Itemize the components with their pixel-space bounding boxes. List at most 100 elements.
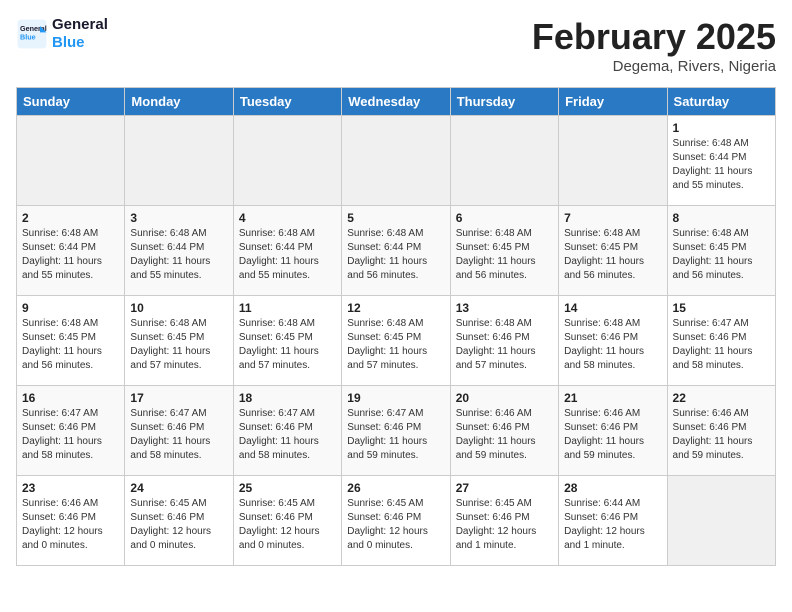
calendar-cell: 14 Sunrise: 6:48 AM Sunset: 6:46 PM Dayli… <box>559 296 667 386</box>
day-info: Sunrise: 6:48 AM Sunset: 6:45 PM Dayligh… <box>456 227 553 283</box>
day-number: 23 <box>22 481 119 495</box>
day-number: 24 <box>130 481 227 495</box>
day-number: 27 <box>456 481 553 495</box>
day-number: 28 <box>564 481 661 495</box>
logo-icon: General Blue <box>16 18 48 50</box>
day-info: Sunrise: 6:48 AM Sunset: 6:45 PM Dayligh… <box>239 317 336 373</box>
day-info: Sunrise: 6:47 AM Sunset: 6:46 PM Dayligh… <box>673 317 770 373</box>
calendar-cell: 28 Sunrise: 6:44 AM Sunset: 6:46 PM Dayli… <box>559 476 667 566</box>
logo-general: General <box>52 16 108 34</box>
day-info: Sunrise: 6:48 AM Sunset: 6:45 PM Dayligh… <box>22 317 119 373</box>
day-number: 16 <box>22 391 119 405</box>
calendar-cell <box>233 116 341 206</box>
day-number: 8 <box>673 211 770 225</box>
calendar-cell <box>17 116 125 206</box>
day-info: Sunrise: 6:46 AM Sunset: 6:46 PM Dayligh… <box>673 407 770 463</box>
day-info: Sunrise: 6:48 AM Sunset: 6:44 PM Dayligh… <box>130 227 227 283</box>
calendar-cell: 15Sunrise: 6:47 AM Sunset: 6:46 PM Dayli… <box>667 296 775 386</box>
page-header: General Blue General Blue February 2025 … <box>16 16 776 75</box>
day-number: 5 <box>347 211 444 225</box>
calendar-cell <box>667 476 775 566</box>
day-number: 4 <box>239 211 336 225</box>
column-header-monday: Monday <box>125 88 233 116</box>
logo: General Blue General Blue <box>16 16 108 52</box>
calendar-cell: 12 Sunrise: 6:48 AM Sunset: 6:45 PM Dayli… <box>342 296 450 386</box>
day-number: 18 <box>239 391 336 405</box>
calendar-cell: 21Sunrise: 6:46 AM Sunset: 6:46 PM Dayli… <box>559 386 667 476</box>
calendar-cell: 2Sunrise: 6:48 AM Sunset: 6:44 PM Daylig… <box>17 206 125 296</box>
calendar-cell: 8 Sunrise: 6:48 AM Sunset: 6:45 PM Daylig… <box>667 206 775 296</box>
day-number: 17 <box>130 391 227 405</box>
day-number: 1 <box>673 121 770 135</box>
calendar-cell: 1 Sunrise: 6:48 AM Sunset: 6:44 PM Daylig… <box>667 116 775 206</box>
day-number: 10 <box>130 301 227 315</box>
day-info: Sunrise: 6:48 AM Sunset: 6:44 PM Dayligh… <box>673 137 770 193</box>
day-info: Sunrise: 6:48 AM Sunset: 6:45 PM Dayligh… <box>130 317 227 373</box>
calendar-cell: 24Sunrise: 6:45 AM Sunset: 6:46 PM Dayli… <box>125 476 233 566</box>
calendar-cell: 11 Sunrise: 6:48 AM Sunset: 6:45 PM Dayli… <box>233 296 341 386</box>
day-info: Sunrise: 6:47 AM Sunset: 6:46 PM Dayligh… <box>22 407 119 463</box>
calendar-cell: 27Sunrise: 6:45 AM Sunset: 6:46 PM Dayli… <box>450 476 558 566</box>
day-info: Sunrise: 6:45 AM Sunset: 6:46 PM Dayligh… <box>347 497 444 553</box>
calendar-cell <box>450 116 558 206</box>
day-info: Sunrise: 6:48 AM Sunset: 6:44 PM Dayligh… <box>22 227 119 283</box>
day-info: Sunrise: 6:47 AM Sunset: 6:46 PM Dayligh… <box>130 407 227 463</box>
logo-blue: Blue <box>52 34 108 52</box>
calendar-cell: 17 Sunrise: 6:47 AM Sunset: 6:46 PM Dayli… <box>125 386 233 476</box>
day-number: 7 <box>564 211 661 225</box>
calendar-cell: 23 Sunrise: 6:46 AM Sunset: 6:46 PM Dayli… <box>17 476 125 566</box>
day-number: 22 <box>673 391 770 405</box>
calendar-header-row: SundayMondayTuesdayWednesdayThursdayFrid… <box>17 88 776 116</box>
calendar-table: SundayMondayTuesdayWednesdayThursdayFrid… <box>16 87 776 566</box>
calendar-week-row: 1 Sunrise: 6:48 AM Sunset: 6:44 PM Daylig… <box>17 116 776 206</box>
day-number: 20 <box>456 391 553 405</box>
calendar-cell: 18Sunrise: 6:47 AM Sunset: 6:46 PM Dayli… <box>233 386 341 476</box>
day-number: 11 <box>239 301 336 315</box>
column-header-thursday: Thursday <box>450 88 558 116</box>
month-title: February 2025 <box>532 16 776 58</box>
calendar-week-row: 2Sunrise: 6:48 AM Sunset: 6:44 PM Daylig… <box>17 206 776 296</box>
day-info: Sunrise: 6:47 AM Sunset: 6:46 PM Dayligh… <box>347 407 444 463</box>
column-header-friday: Friday <box>559 88 667 116</box>
day-number: 21 <box>564 391 661 405</box>
calendar-cell: 4 Sunrise: 6:48 AM Sunset: 6:44 PM Daylig… <box>233 206 341 296</box>
day-info: Sunrise: 6:46 AM Sunset: 6:46 PM Dayligh… <box>22 497 119 553</box>
day-info: Sunrise: 6:46 AM Sunset: 6:46 PM Dayligh… <box>456 407 553 463</box>
day-number: 9 <box>22 301 119 315</box>
calendar-week-row: 9 Sunrise: 6:48 AM Sunset: 6:45 PM Daylig… <box>17 296 776 386</box>
column-header-tuesday: Tuesday <box>233 88 341 116</box>
day-info: Sunrise: 6:44 AM Sunset: 6:46 PM Dayligh… <box>564 497 661 553</box>
day-number: 19 <box>347 391 444 405</box>
calendar-cell: 13Sunrise: 6:48 AM Sunset: 6:46 PM Dayli… <box>450 296 558 386</box>
day-info: Sunrise: 6:48 AM Sunset: 6:44 PM Dayligh… <box>239 227 336 283</box>
day-info: Sunrise: 6:45 AM Sunset: 6:46 PM Dayligh… <box>239 497 336 553</box>
column-header-sunday: Sunday <box>17 88 125 116</box>
calendar-cell: 26Sunrise: 6:45 AM Sunset: 6:46 PM Dayli… <box>342 476 450 566</box>
calendar-cell <box>342 116 450 206</box>
day-info: Sunrise: 6:48 AM Sunset: 6:46 PM Dayligh… <box>456 317 553 373</box>
calendar-cell: 9 Sunrise: 6:48 AM Sunset: 6:45 PM Daylig… <box>17 296 125 386</box>
calendar-cell: 3 Sunrise: 6:48 AM Sunset: 6:44 PM Daylig… <box>125 206 233 296</box>
title-block: February 2025 Degema, Rivers, Nigeria <box>532 16 776 75</box>
svg-text:Blue: Blue <box>20 33 36 42</box>
calendar-cell <box>125 116 233 206</box>
day-number: 12 <box>347 301 444 315</box>
calendar-cell: 22 Sunrise: 6:46 AM Sunset: 6:46 PM Dayli… <box>667 386 775 476</box>
day-number: 6 <box>456 211 553 225</box>
calendar-cell: 19 Sunrise: 6:47 AM Sunset: 6:46 PM Dayli… <box>342 386 450 476</box>
calendar-week-row: 23 Sunrise: 6:46 AM Sunset: 6:46 PM Dayli… <box>17 476 776 566</box>
calendar-cell: 5 Sunrise: 6:48 AM Sunset: 6:44 PM Daylig… <box>342 206 450 296</box>
day-info: Sunrise: 6:48 AM Sunset: 6:44 PM Dayligh… <box>347 227 444 283</box>
calendar-cell: 16 Sunrise: 6:47 AM Sunset: 6:46 PM Dayli… <box>17 386 125 476</box>
column-header-saturday: Saturday <box>667 88 775 116</box>
day-info: Sunrise: 6:48 AM Sunset: 6:45 PM Dayligh… <box>564 227 661 283</box>
day-number: 14 <box>564 301 661 315</box>
day-number: 3 <box>130 211 227 225</box>
calendar-cell: 10 Sunrise: 6:48 AM Sunset: 6:45 PM Dayli… <box>125 296 233 386</box>
calendar-cell: 20 Sunrise: 6:46 AM Sunset: 6:46 PM Dayli… <box>450 386 558 476</box>
day-number: 25 <box>239 481 336 495</box>
day-info: Sunrise: 6:48 AM Sunset: 6:46 PM Dayligh… <box>564 317 661 373</box>
calendar-cell: 6 Sunrise: 6:48 AM Sunset: 6:45 PM Daylig… <box>450 206 558 296</box>
day-info: Sunrise: 6:48 AM Sunset: 6:45 PM Dayligh… <box>347 317 444 373</box>
day-info: Sunrise: 6:48 AM Sunset: 6:45 PM Dayligh… <box>673 227 770 283</box>
